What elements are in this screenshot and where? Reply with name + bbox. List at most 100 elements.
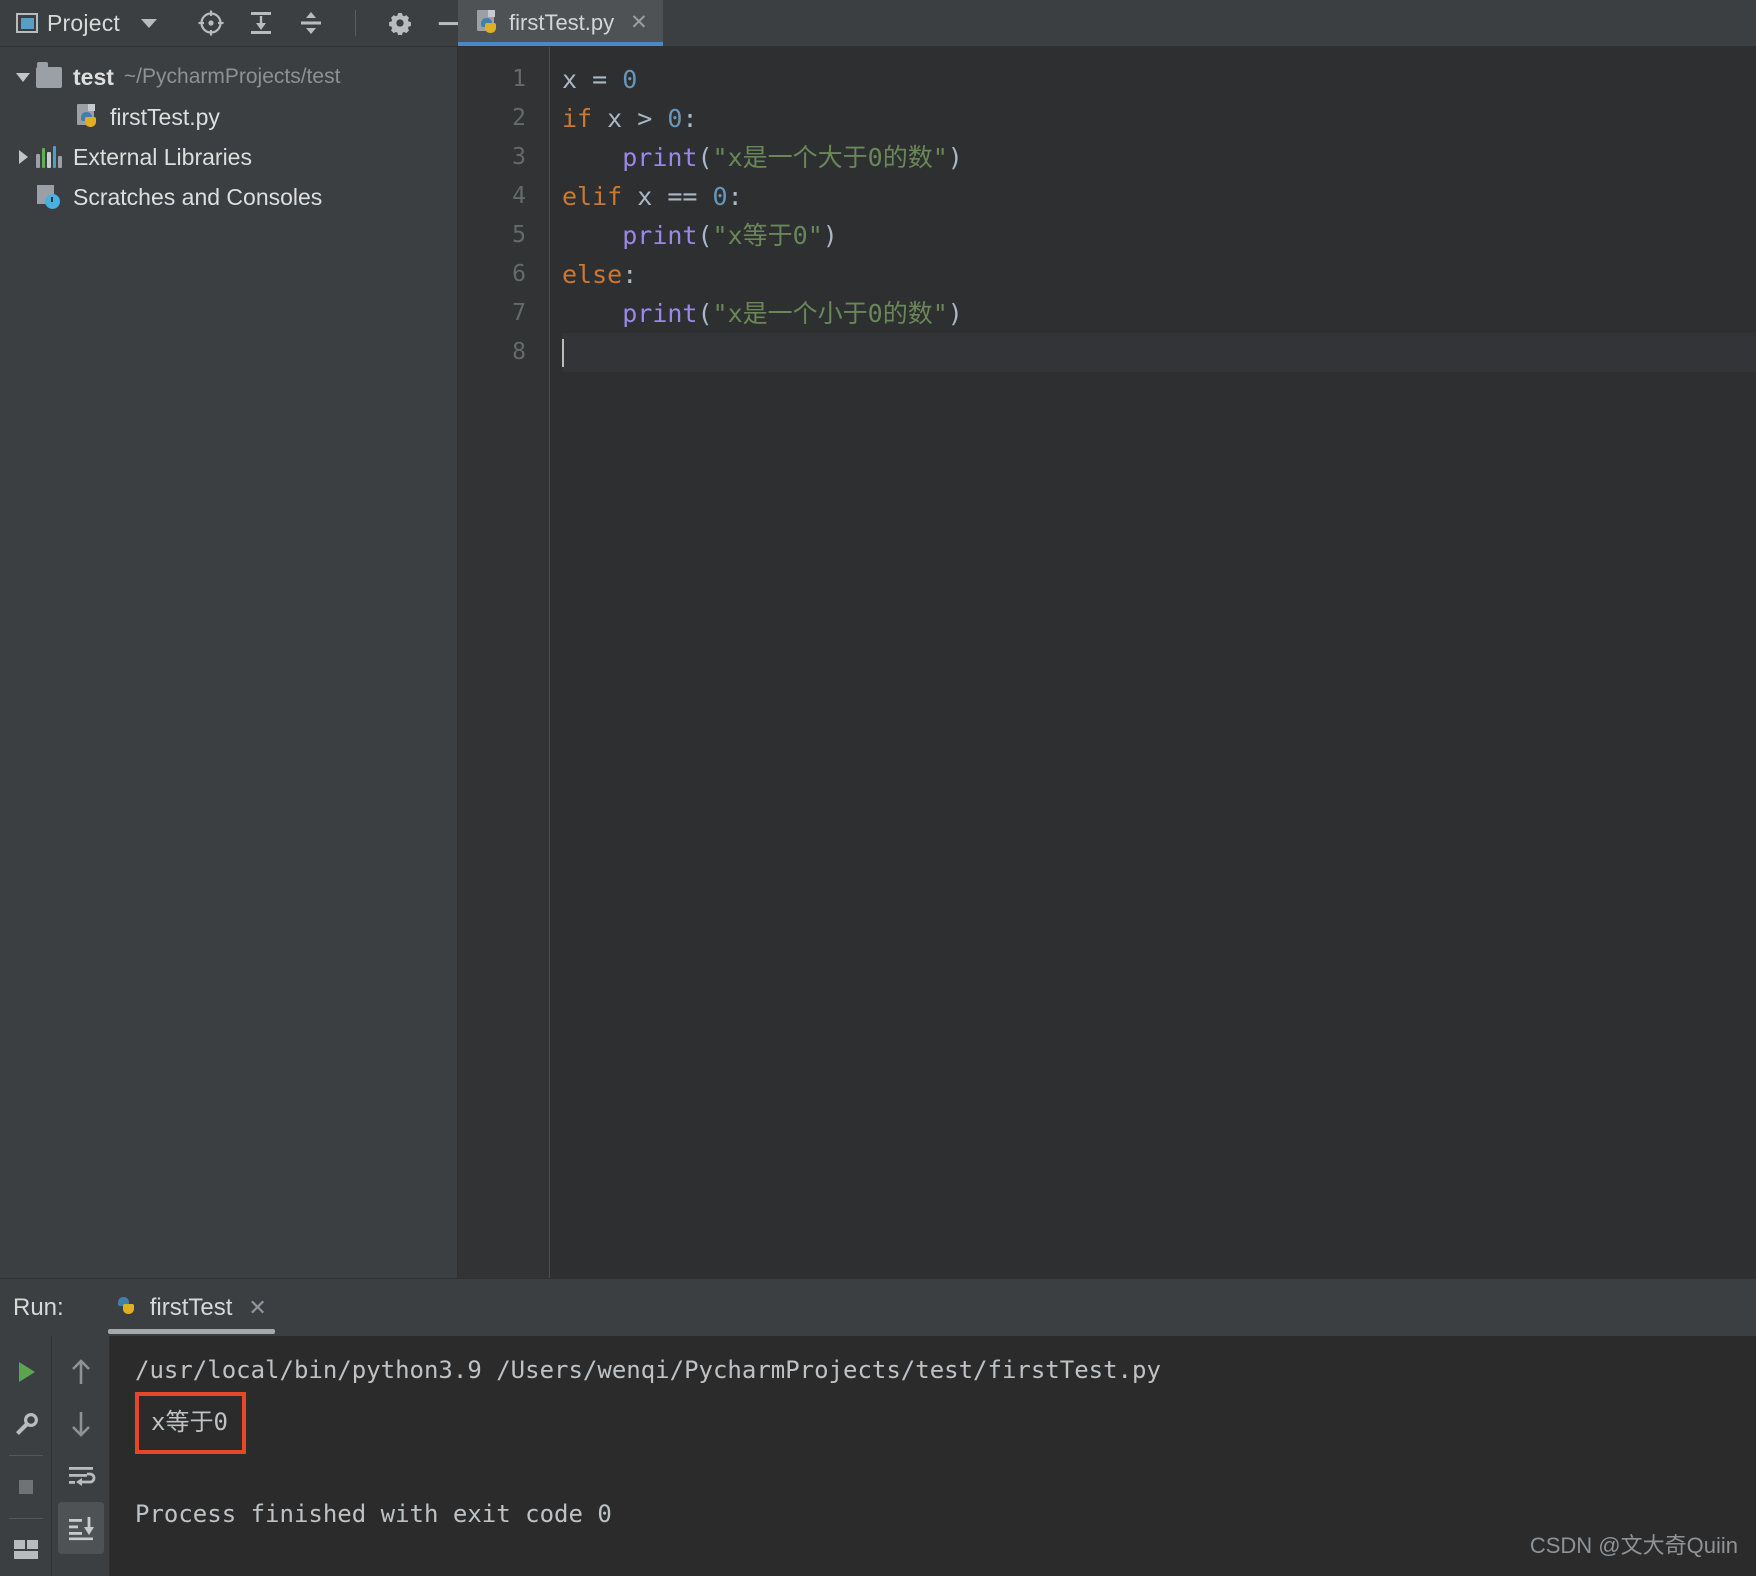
- run-toolbar-right: [52, 1336, 110, 1576]
- chevron-expanded-icon[interactable]: [10, 72, 36, 82]
- tree-item-label: test: [73, 63, 114, 90]
- console-highlight-wrapper: x等于0: [135, 1390, 1756, 1454]
- line-number: 3: [512, 144, 526, 170]
- line-number: 1: [512, 66, 526, 92]
- code-token: :: [727, 182, 743, 211]
- code-token: 0: [667, 104, 683, 133]
- line-number: 4: [512, 183, 526, 209]
- code-token: "x是一个小于0的数": [712, 299, 948, 328]
- folder-icon: [36, 61, 62, 88]
- wrench-icon[interactable]: [3, 1398, 49, 1450]
- project-window-icon: [16, 13, 38, 33]
- line-number-gutter: 1 2 3 4 5 6 7 8: [458, 47, 550, 1278]
- gear-icon[interactable]: [386, 9, 414, 37]
- tab-label: firstTest.py: [509, 9, 615, 35]
- locate-icon[interactable]: [197, 9, 225, 37]
- project-tree: test ~/PycharmProjects/test firstTest.py: [0, 47, 458, 1278]
- tree-item-label: External Libraries: [73, 143, 252, 170]
- code-editor[interactable]: 1 2 3 4 5 6 7 8 x = 0 if x > 0: print("x是…: [458, 47, 1756, 1278]
- project-toolbar-icons: [197, 9, 464, 37]
- tree-item-firstTest-py[interactable]: firstTest.py: [0, 97, 457, 137]
- libraries-icon: [36, 146, 62, 168]
- code-token: ): [947, 299, 963, 328]
- code-token: if: [562, 104, 593, 133]
- collapse-all-icon[interactable]: [297, 9, 325, 37]
- code-token: x ==: [622, 182, 713, 211]
- tab-firstTest-py[interactable]: firstTest.py ✕: [458, 0, 663, 46]
- line-number: 2: [512, 105, 526, 131]
- code-token: (: [697, 299, 713, 328]
- run-button[interactable]: [3, 1346, 49, 1398]
- code-token: print: [622, 299, 698, 328]
- code-token: :: [682, 104, 698, 133]
- line-number: 5: [512, 222, 526, 248]
- code-token: print: [622, 143, 698, 172]
- code-token: 0: [712, 182, 728, 211]
- code-token: else: [562, 260, 623, 289]
- code-token: (: [697, 221, 713, 250]
- run-tool-window: Run: firstTest ✕ /usr/local/bin/python3.…: [0, 1278, 1756, 1576]
- pycharm-window: Project firstTest.py ✕ test ~/PycharmPro…: [0, 0, 1756, 1576]
- code-line: x = 0: [562, 60, 1756, 99]
- soft-wrap-button[interactable]: [58, 1450, 104, 1502]
- tree-item-path: ~/PycharmProjects/test: [123, 65, 341, 88]
- run-header: Run: firstTest ✕: [0, 1278, 1756, 1336]
- tree-item-external-libraries[interactable]: External Libraries: [0, 137, 457, 177]
- layout-icon[interactable]: [3, 1524, 49, 1576]
- toolbar-divider: [8, 1518, 43, 1519]
- console-line: /usr/local/bin/python3.9 /Users/wenqi/Py…: [135, 1356, 1161, 1384]
- scroll-down-button[interactable]: [58, 1398, 104, 1450]
- scroll-up-button[interactable]: [58, 1346, 104, 1398]
- code-text[interactable]: x = 0 if x > 0: print("x是一个大于0的数") elif x …: [550, 47, 1756, 1278]
- line-number: 6: [512, 261, 526, 287]
- main-body: test ~/PycharmProjects/test firstTest.py: [0, 47, 1756, 1278]
- code-token: ): [947, 143, 963, 172]
- project-toolbar: Project: [0, 0, 462, 47]
- editor-tabs: firstTest.py ✕: [458, 0, 1756, 47]
- tree-item-label: Scratches and Consoles: [73, 183, 323, 210]
- code-token: "x是一个大于0的数": [712, 143, 948, 172]
- scratches-icon: [36, 185, 62, 209]
- run-tab-firstTest[interactable]: firstTest ✕: [104, 1279, 279, 1337]
- line-number: 8: [512, 339, 526, 365]
- python-file-icon: [475, 9, 499, 36]
- watermark: CSDN @文大奇Quiin: [1529, 1533, 1738, 1558]
- tree-item-test[interactable]: test ~/PycharmProjects/test: [0, 57, 457, 97]
- text-caret: [562, 339, 564, 367]
- console-output[interactable]: /usr/local/bin/python3.9 /Users/wenqi/Py…: [110, 1336, 1756, 1576]
- code-line: print("x是一个小于0的数"): [562, 294, 1756, 333]
- code-token: elif: [562, 182, 623, 211]
- collapse-expand-icon[interactable]: [247, 9, 275, 37]
- console-line-highlighted: x等于0: [135, 1392, 246, 1454]
- code-token: ): [822, 221, 838, 250]
- run-tab-label: firstTest: [149, 1293, 233, 1321]
- stop-button[interactable]: [3, 1461, 49, 1513]
- chevron-down-icon[interactable]: [140, 18, 157, 28]
- close-icon[interactable]: ✕: [630, 10, 648, 35]
- console-line: Process finished with exit code 0: [135, 1500, 612, 1528]
- run-body: /usr/local/bin/python3.9 /Users/wenqi/Py…: [0, 1336, 1756, 1576]
- code-token: 0: [622, 65, 638, 94]
- chevron-collapsed-icon[interactable]: [10, 150, 36, 164]
- code-line: [562, 333, 1756, 372]
- tree-item-label: firstTest.py: [110, 103, 220, 130]
- code-line: else:: [562, 255, 1756, 294]
- line-number: 7: [512, 300, 526, 326]
- tree-item-scratches-and-consoles[interactable]: Scratches and Consoles: [0, 177, 457, 217]
- code-token: :: [622, 260, 638, 289]
- code-token: (: [697, 143, 713, 172]
- project-tool-window-button[interactable]: Project: [16, 10, 157, 37]
- code-line: if x > 0:: [562, 99, 1756, 138]
- close-icon[interactable]: ✕: [248, 1295, 266, 1321]
- run-label: Run:: [13, 1293, 64, 1321]
- run-toolbar-left: [0, 1336, 52, 1576]
- top-row: Project firstTest.py ✕: [0, 0, 1756, 47]
- python-file-icon: [116, 1295, 140, 1321]
- scroll-to-end-button[interactable]: [57, 1502, 104, 1554]
- project-label: Project: [47, 9, 120, 36]
- toolbar-divider: [8, 1455, 43, 1456]
- code-line: print("x是一个大于0的数"): [562, 138, 1756, 177]
- code-line: print("x等于0"): [562, 216, 1756, 255]
